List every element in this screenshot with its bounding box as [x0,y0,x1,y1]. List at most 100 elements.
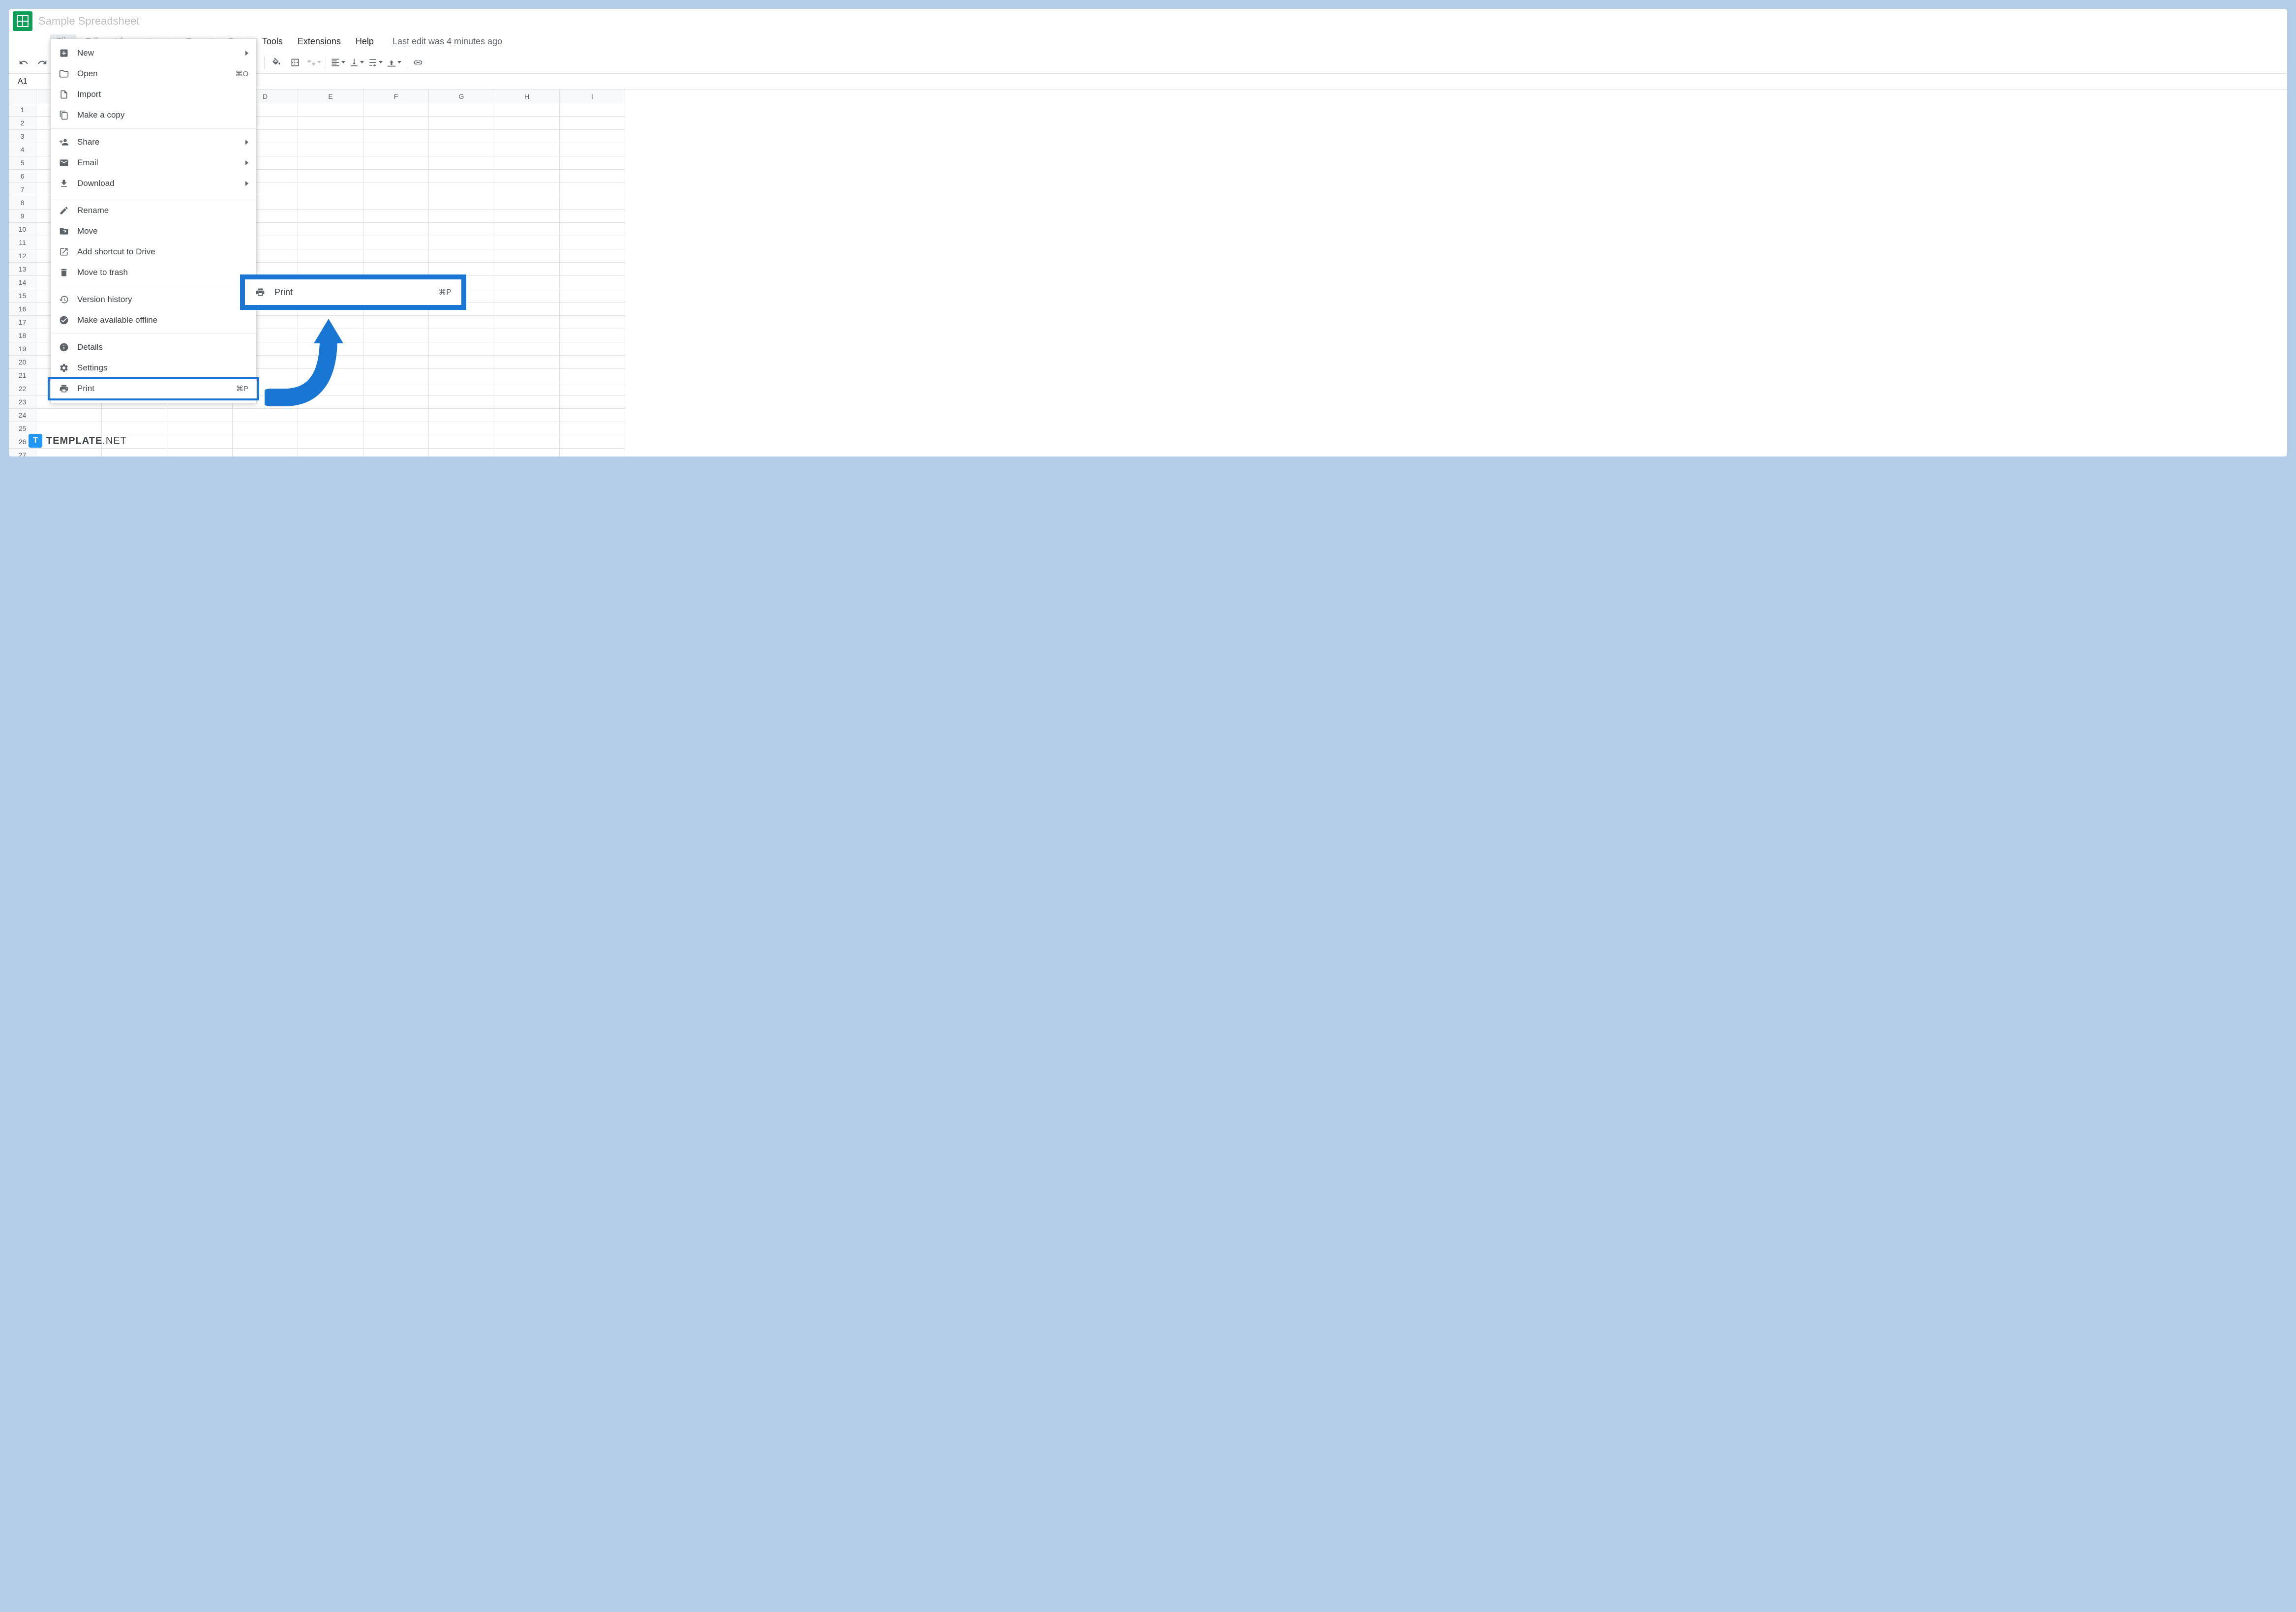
row-header[interactable]: 18 [9,329,36,342]
cell[interactable] [560,422,625,435]
last-edit-link[interactable]: Last edit was 4 minutes ago [393,36,502,47]
cell[interactable] [298,130,363,143]
cell[interactable] [494,342,560,356]
cell[interactable] [233,409,298,422]
cell[interactable] [429,210,494,223]
cell[interactable] [494,409,560,422]
cell[interactable] [363,210,429,223]
cell[interactable] [298,236,363,249]
menu-make-copy[interactable]: Make a copy [51,105,256,125]
cell[interactable] [429,103,494,117]
cell[interactable] [167,409,233,422]
select-all-corner[interactable] [9,90,36,103]
cell[interactable] [560,303,625,316]
cell[interactable] [167,435,233,449]
cell[interactable] [494,316,560,329]
cell[interactable] [429,223,494,236]
row-header[interactable]: 25 [9,422,36,435]
cell[interactable] [233,449,298,456]
cell[interactable] [429,196,494,210]
cell[interactable] [298,409,363,422]
cell[interactable] [363,449,429,456]
row-header[interactable]: 5 [9,156,36,170]
cell[interactable] [560,117,625,130]
cell[interactable] [560,156,625,170]
row-header[interactable]: 1 [9,103,36,117]
fill-color-button[interactable] [268,55,285,70]
menu-trash[interactable]: Move to trash [51,262,256,283]
cell[interactable] [560,263,625,276]
cell[interactable] [494,103,560,117]
cell[interactable] [363,409,429,422]
cell[interactable] [560,449,625,456]
cell[interactable] [560,316,625,329]
cell[interactable] [429,249,494,263]
cell[interactable] [560,143,625,156]
cell[interactable] [363,117,429,130]
cell[interactable] [429,263,494,276]
row-header[interactable]: 22 [9,382,36,395]
cell[interactable] [298,183,363,196]
menu-tools[interactable]: Tools [256,34,289,49]
row-header[interactable]: 17 [9,316,36,329]
cell[interactable] [494,210,560,223]
cell[interactable] [298,263,363,276]
cell[interactable] [233,435,298,449]
row-header[interactable]: 14 [9,276,36,289]
menu-open[interactable]: Open ⌘O [51,63,256,84]
row-header[interactable]: 10 [9,223,36,236]
cell[interactable] [560,289,625,303]
cell[interactable] [494,303,560,316]
row-header[interactable]: 6 [9,170,36,183]
cell[interactable] [36,449,102,456]
cell[interactable] [363,263,429,276]
cell[interactable] [298,223,363,236]
row-header[interactable]: 2 [9,117,36,130]
cell[interactable] [494,263,560,276]
cell[interactable] [494,143,560,156]
cell[interactable] [363,342,429,356]
cell[interactable] [429,342,494,356]
cell[interactable] [429,117,494,130]
cell-reference[interactable]: A1 [18,77,46,86]
row-header[interactable]: 3 [9,130,36,143]
cell[interactable] [560,435,625,449]
row-header[interactable]: 9 [9,210,36,223]
cell[interactable] [560,382,625,395]
menu-import[interactable]: Import [51,84,256,105]
cell[interactable] [363,316,429,329]
cell[interactable] [429,409,494,422]
cell[interactable] [494,449,560,456]
cell[interactable] [363,130,429,143]
cell[interactable] [298,117,363,130]
row-header[interactable]: 11 [9,236,36,249]
row-header[interactable]: 16 [9,303,36,316]
cell[interactable] [429,156,494,170]
cell[interactable] [363,435,429,449]
cell[interactable] [560,409,625,422]
cell[interactable] [298,103,363,117]
cell[interactable] [494,395,560,409]
cell[interactable] [560,276,625,289]
cell[interactable] [429,395,494,409]
menu-help[interactable]: Help [350,34,380,49]
cell[interactable] [298,143,363,156]
cell[interactable] [494,382,560,395]
menu-version-history[interactable]: Version history [51,289,256,310]
cell[interactable] [363,103,429,117]
undo-button[interactable] [15,55,32,70]
cell[interactable] [363,382,429,395]
cell[interactable] [363,143,429,156]
cell[interactable] [429,329,494,342]
cell[interactable] [363,249,429,263]
cell[interactable] [363,329,429,342]
rotate-button[interactable] [385,55,403,70]
cell[interactable] [494,276,560,289]
cell[interactable] [494,356,560,369]
col-header[interactable]: E [298,90,363,103]
cell[interactable] [494,156,560,170]
cell[interactable] [363,156,429,170]
cell[interactable] [494,223,560,236]
cell[interactable] [298,156,363,170]
cell[interactable] [298,422,363,435]
